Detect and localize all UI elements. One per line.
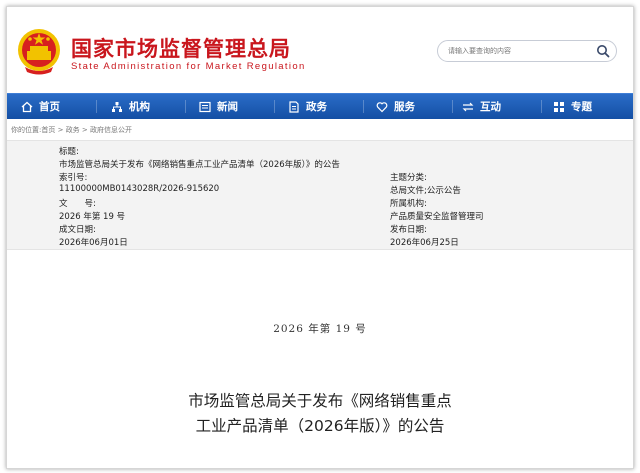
- nav-item-label: 新闻: [217, 101, 238, 113]
- site-header: 国家市场监督管理总局 State Administration for Mark…: [7, 7, 633, 93]
- heart-icon: [376, 101, 388, 112]
- meta-agency-value: 产品质量安全监督管理司: [390, 212, 484, 222]
- meta-title-value: 市场监管总局关于发布《网络销售重点工业产品清单（2026年版）》的公告: [59, 160, 340, 170]
- document-title: 市场监管总局关于发布《网络销售重点 工业产品清单（2026年版）》的公告: [7, 389, 633, 439]
- site-subtitle: State Administration for Market Regulati…: [71, 61, 306, 72]
- nav-divider: [96, 100, 97, 113]
- nav-divider: [274, 100, 275, 113]
- exchange-icon: [462, 102, 474, 111]
- breadcrumb-item-home[interactable]: 首页: [41, 126, 55, 134]
- nav-item-gov[interactable]: 政务: [288, 94, 327, 119]
- breadcrumb-separator: >: [55, 126, 66, 134]
- main-nav: 首页 机构 新闻 政务 服务 互动 专题: [7, 93, 633, 119]
- site-title[interactable]: 国家市场监督管理总局: [71, 33, 291, 63]
- grid-icon: [554, 101, 564, 112]
- breadcrumb-item-gov[interactable]: 政务: [66, 126, 80, 134]
- document-title-line: 工业产品清单（2026年版）》的公告: [195, 417, 445, 435]
- nav-item-service[interactable]: 服务: [376, 94, 415, 119]
- org-icon: [112, 101, 122, 112]
- meta-docno-label: 文 号:: [59, 199, 96, 209]
- meta-index-value: 11100000MB0143028R/2026-915620: [59, 184, 220, 194]
- nav-divider: [363, 100, 364, 113]
- meta-category-value: 总局文件;公示公告: [390, 186, 461, 196]
- meta-agency-label: 所属机构:: [390, 199, 427, 209]
- gov-icon: [289, 100, 299, 113]
- news-icon: [199, 101, 211, 112]
- nav-item-label: 首页: [39, 101, 60, 113]
- meta-published-value: 2026年06月25日: [390, 238, 459, 248]
- meta-published-label: 发布日期:: [390, 225, 427, 235]
- search-input[interactable]: [448, 43, 588, 59]
- document-metadata-panel: 标题: 市场监管总局关于发布《网络销售重点工业产品清单（2026年版）》的公告 …: [7, 140, 633, 250]
- meta-category-label: 主题分类:: [390, 173, 427, 183]
- nav-divider: [541, 100, 542, 113]
- nav-item-topics[interactable]: 专题: [553, 94, 592, 119]
- document-number: 2026 年第 19 号: [273, 323, 367, 335]
- nav-item-label: 服务: [394, 101, 415, 113]
- nav-item-label: 机构: [129, 101, 150, 113]
- meta-title-label: 标题:: [59, 147, 79, 157]
- breadcrumb: 你的位置:首页 > 政务 > 政府信息公开: [11, 125, 132, 135]
- meta-created-value: 2026年06月01日: [59, 238, 128, 248]
- nav-item-label: 互动: [480, 101, 501, 113]
- home-icon: [21, 101, 33, 112]
- document-title-line: 市场监管总局关于发布《网络销售重点: [188, 392, 452, 410]
- search-box: [437, 40, 617, 62]
- search-icon[interactable]: [596, 44, 610, 58]
- page-frame: 国家市场监督管理总局 State Administration for Mark…: [6, 6, 634, 469]
- nav-item-label: 专题: [571, 101, 592, 113]
- breadcrumb-prefix: 你的位置:: [11, 126, 42, 134]
- nav-item-org[interactable]: 机构: [111, 94, 150, 119]
- nav-item-home[interactable]: 首页: [21, 94, 60, 119]
- nav-divider: [452, 100, 453, 113]
- nav-item-interact[interactable]: 互动: [462, 94, 501, 119]
- meta-docno-value: 2026 年第 19 号: [59, 212, 126, 222]
- national-emblem-icon: [18, 29, 60, 75]
- nav-divider: [185, 100, 186, 113]
- meta-created-label: 成文日期:: [59, 225, 96, 235]
- nav-item-news[interactable]: 新闻: [199, 94, 238, 119]
- breadcrumb-separator: >: [79, 126, 91, 134]
- breadcrumb-item-info[interactable]: 政府信息公开: [90, 126, 132, 134]
- meta-index-label: 索引号:: [59, 173, 88, 183]
- nav-item-label: 政务: [306, 101, 327, 113]
